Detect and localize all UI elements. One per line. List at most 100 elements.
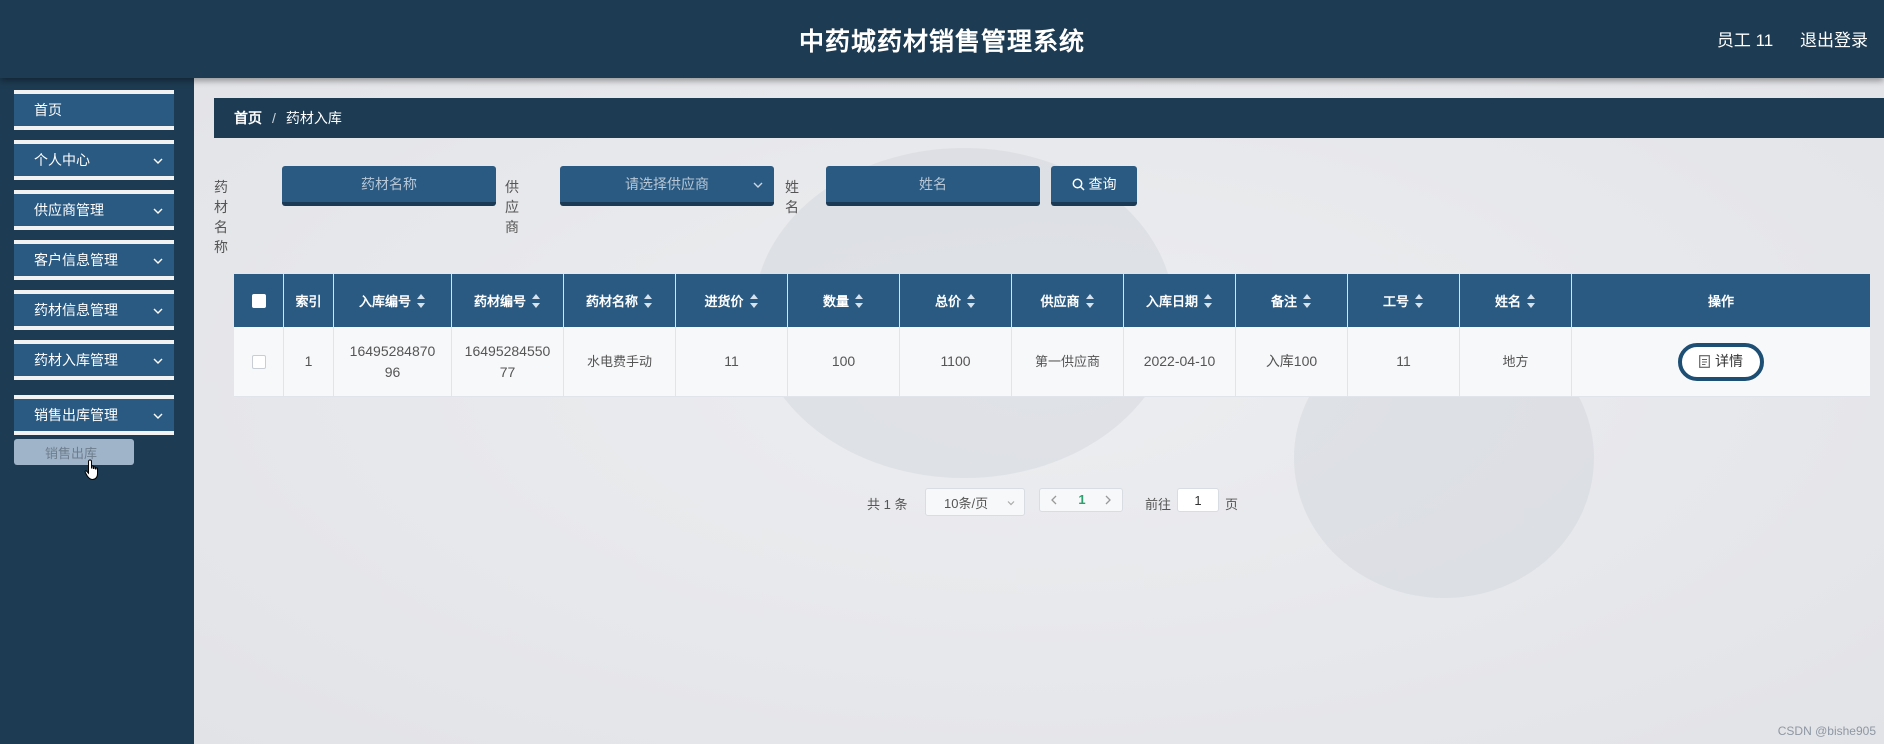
sidebar-item-label: 药材入库管理 bbox=[34, 352, 118, 368]
cell-name: 地方 bbox=[1460, 327, 1572, 396]
hand-cursor-icon bbox=[84, 459, 98, 481]
chevron-down-icon bbox=[153, 308, 163, 314]
chevron-down-icon bbox=[1007, 501, 1015, 506]
column-header[interactable]: 供应商 bbox=[1012, 274, 1124, 327]
cell-employee-no: 11 bbox=[1348, 327, 1460, 396]
sidebar-item-sales-out[interactable]: 销售出库管理 bbox=[14, 395, 174, 435]
goto-page-input[interactable]: 1 bbox=[1177, 488, 1219, 512]
column-header-label: 姓名 bbox=[1494, 294, 1521, 309]
chevron-down-icon bbox=[153, 358, 163, 364]
column-header-label: 数量 bbox=[822, 294, 849, 309]
sidebar-item-label: 个人中心 bbox=[34, 152, 90, 168]
sort-icon[interactable] bbox=[749, 293, 759, 308]
chevron-right-icon bbox=[1105, 495, 1111, 505]
pagination-total: 共 1 条 bbox=[867, 497, 908, 512]
cell-price: 11 bbox=[676, 327, 788, 396]
current-page[interactable]: 1 bbox=[1070, 492, 1094, 507]
herb-name-input[interactable]: 药材名称 bbox=[282, 166, 496, 206]
chevron-down-icon bbox=[153, 413, 163, 419]
sidebar-item-supplier[interactable]: 供应商管理 bbox=[14, 190, 174, 230]
page-size-select[interactable]: 10条/页 bbox=[925, 488, 1025, 516]
select-all-cell bbox=[234, 274, 284, 327]
column-header-label: 供应商 bbox=[1040, 294, 1080, 309]
page-suffix: 页 bbox=[1225, 497, 1239, 512]
document-icon bbox=[1699, 355, 1710, 368]
table-row: 1 1649528487096 1649528455077 水电费手动 11 1… bbox=[234, 327, 1870, 397]
user-name: 员工 11 bbox=[1716, 31, 1774, 50]
sort-icon[interactable] bbox=[1527, 293, 1536, 308]
column-header[interactable]: 工号 bbox=[1348, 274, 1460, 327]
sort-icon[interactable] bbox=[1303, 293, 1312, 308]
logout-link[interactable]: 退出登录 bbox=[1800, 31, 1868, 50]
submenu-item-sales-out[interactable]: 销售出库 bbox=[14, 439, 134, 465]
sort-icon[interactable] bbox=[1204, 293, 1213, 308]
sort-icon[interactable] bbox=[855, 293, 864, 308]
next-page-button[interactable] bbox=[1096, 489, 1120, 511]
column-header-label: 操作 bbox=[1707, 294, 1734, 309]
column-header[interactable]: 备注 bbox=[1236, 274, 1348, 327]
column-header-label: 总价 bbox=[934, 294, 961, 309]
column-header-label: 药材编号 bbox=[473, 294, 526, 309]
select-all-checkbox[interactable] bbox=[251, 293, 266, 308]
sort-icon[interactable] bbox=[417, 293, 426, 308]
sidebar-item-label: 供应商管理 bbox=[34, 202, 104, 218]
chevron-left-icon bbox=[1051, 495, 1057, 505]
column-header: 操作 bbox=[1572, 274, 1870, 327]
column-header-label: 药材名称 bbox=[585, 294, 638, 309]
breadcrumb-home[interactable]: 首页 bbox=[234, 108, 262, 128]
pagination: 共 1 条 10条/页 1 前往 1 页 bbox=[194, 488, 1884, 516]
chevron-down-icon bbox=[153, 158, 163, 164]
search-icon bbox=[1072, 178, 1085, 191]
goto-label: 前往 bbox=[1145, 497, 1172, 512]
sidebar-item-label: 药材信息管理 bbox=[34, 302, 118, 318]
column-header[interactable]: 总价 bbox=[900, 274, 1012, 327]
cell-actions: 详情 bbox=[1572, 327, 1870, 396]
cell-herb-name: 水电费手动 bbox=[564, 327, 676, 396]
sort-icon[interactable] bbox=[1415, 293, 1424, 308]
cell-supplier: 第一供应商 bbox=[1012, 327, 1124, 396]
column-header[interactable]: 药材名称 bbox=[564, 274, 676, 327]
cell-date: 2022-04-10 bbox=[1124, 327, 1236, 396]
query-button-label: 查询 bbox=[1088, 176, 1117, 192]
column-header[interactable]: 进货价 bbox=[676, 274, 788, 327]
sidebar-item-label: 销售出库管理 bbox=[34, 407, 118, 423]
name-input[interactable]: 姓名 bbox=[826, 166, 1040, 206]
sidebar-item-herb-info[interactable]: 药材信息管理 bbox=[14, 290, 174, 330]
supplier-select[interactable]: 请选择供应商 bbox=[560, 166, 774, 206]
column-header-label: 入库编号 bbox=[358, 294, 411, 309]
sidebar-item-home[interactable]: 首页 bbox=[14, 90, 174, 130]
sidebar-item-herb-stock[interactable]: 药材入库管理 bbox=[14, 340, 174, 380]
column-header[interactable]: 入库编号 bbox=[334, 274, 452, 327]
header-user-area: 员工 11 退出登录 bbox=[1695, 26, 1868, 51]
column-header[interactable]: 数量 bbox=[788, 274, 900, 327]
herb-name-label: 药材名称 bbox=[214, 179, 228, 255]
watermark: CSDN @bishe905 bbox=[1777, 724, 1876, 738]
column-header[interactable]: 药材编号 bbox=[452, 274, 564, 327]
cell-stock-no: 1649528487096 bbox=[334, 327, 452, 396]
table-header: 索引 入库编号 药材编号 药材名称 进货价 数量 总价 供应商 入库日期 备注 … bbox=[234, 274, 1870, 327]
main-content: 首页 / 药材入库 药材名称 药材名称 供应商 请选择供应商 姓名 姓名 查询 … bbox=[194, 78, 1884, 744]
app-title: 中药城药材销售管理系统 bbox=[798, 28, 1085, 56]
detail-button-label: 详情 bbox=[1715, 353, 1743, 369]
row-select-cell bbox=[234, 327, 284, 396]
column-header-label: 工号 bbox=[1382, 294, 1409, 309]
sort-icon[interactable] bbox=[532, 293, 541, 308]
chevron-down-icon bbox=[153, 208, 163, 214]
supplier-select-placeholder: 请选择供应商 bbox=[625, 176, 709, 192]
sort-icon[interactable] bbox=[1085, 293, 1095, 308]
sort-icon[interactable] bbox=[967, 293, 976, 308]
column-header[interactable]: 姓名 bbox=[1460, 274, 1572, 327]
column-header[interactable]: 入库日期 bbox=[1124, 274, 1236, 327]
breadcrumb: 首页 / 药材入库 bbox=[214, 98, 1884, 138]
sidebar-item-personal-center[interactable]: 个人中心 bbox=[14, 140, 174, 180]
sidebar: 首页 个人中心 供应商管理 客户信息管理 药材信息管理 药材入库管理 销售出库管… bbox=[0, 78, 194, 744]
query-button[interactable]: 查询 bbox=[1051, 166, 1137, 206]
sidebar-item-label: 首页 bbox=[34, 102, 62, 118]
sort-icon[interactable] bbox=[644, 293, 653, 308]
cell-note: 入库100 bbox=[1236, 327, 1348, 396]
sidebar-item-customer[interactable]: 客户信息管理 bbox=[14, 240, 174, 280]
row-checkbox[interactable] bbox=[251, 354, 266, 369]
sidebar-item-label: 客户信息管理 bbox=[34, 252, 118, 268]
detail-button[interactable]: 详情 bbox=[1678, 342, 1764, 381]
prev-page-button[interactable] bbox=[1042, 489, 1066, 511]
